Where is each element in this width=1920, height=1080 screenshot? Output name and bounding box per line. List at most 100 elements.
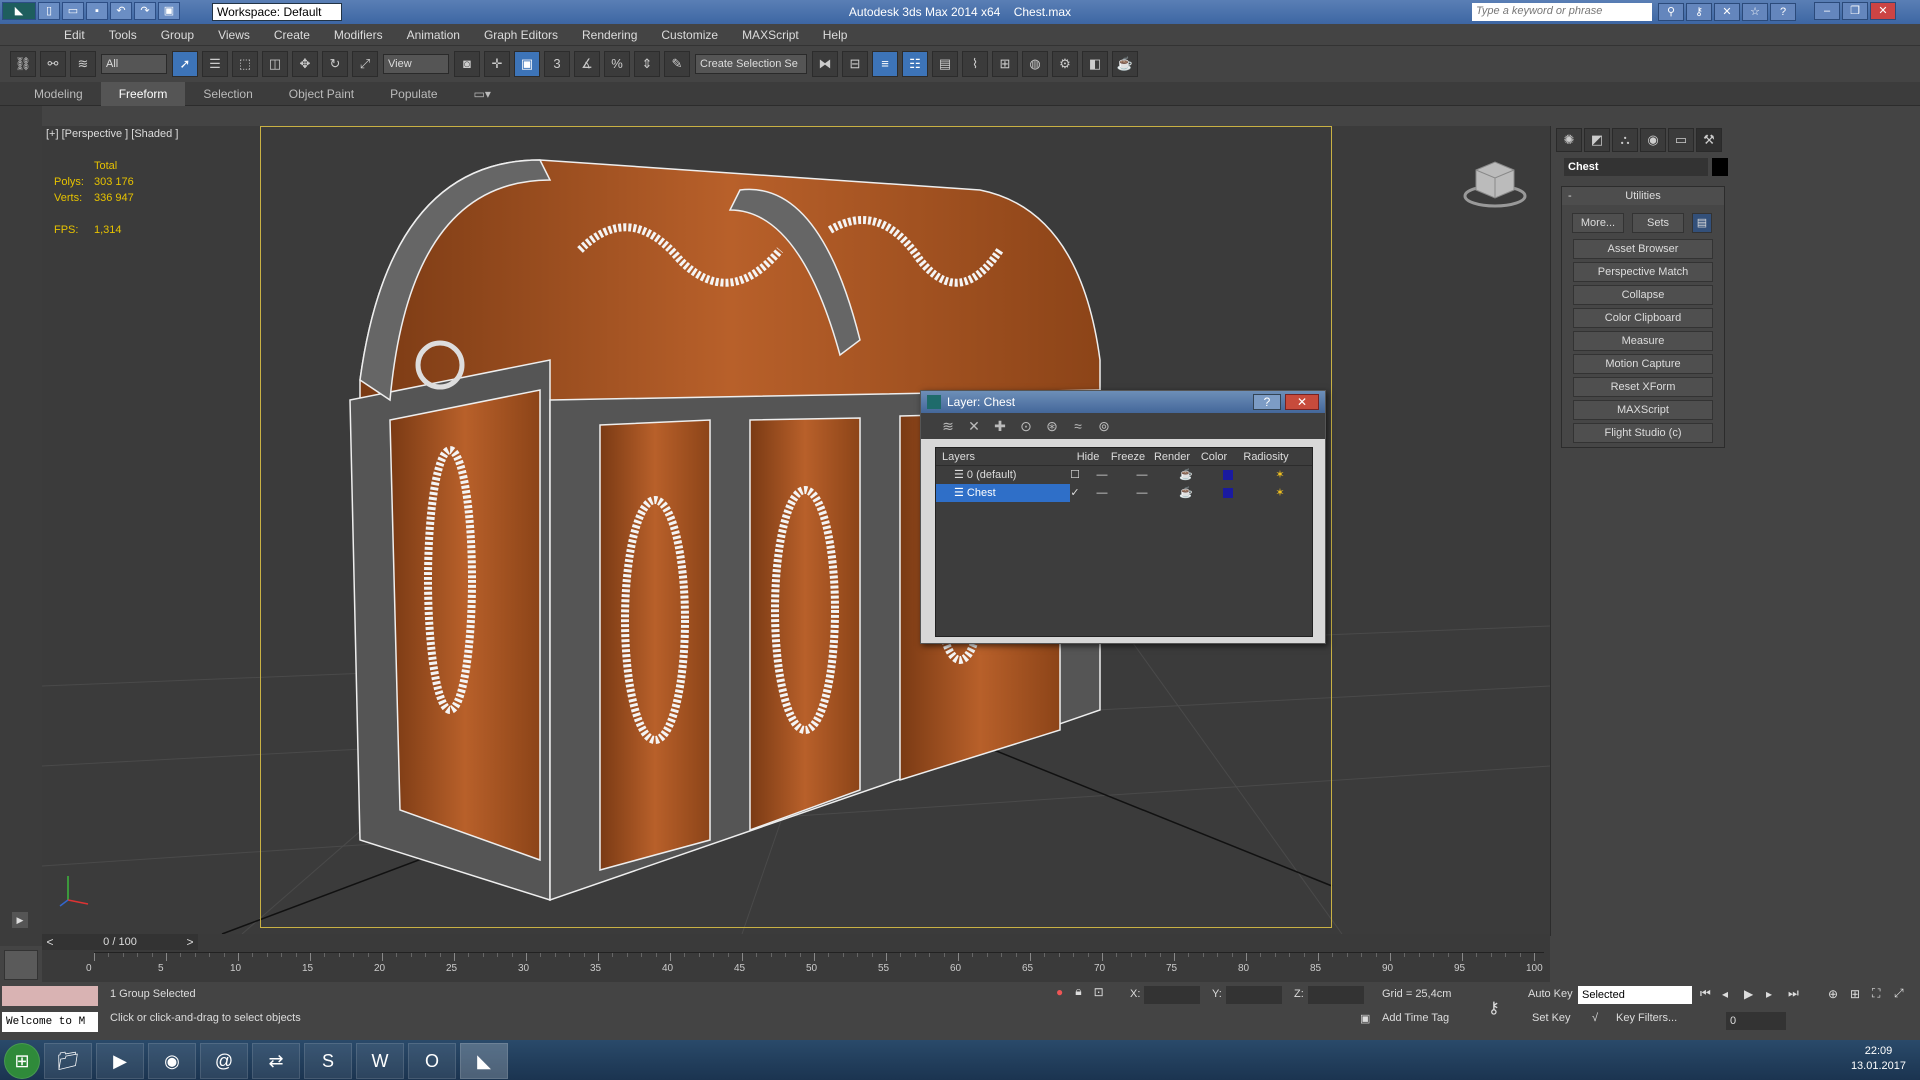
key-mode-dropdown[interactable]: Selected xyxy=(1578,986,1692,1004)
create-layer-icon[interactable]: ≋ xyxy=(935,418,961,435)
previous-key-icon[interactable]: ◂ xyxy=(1722,987,1744,1001)
tab-modeling[interactable]: Modeling xyxy=(16,82,101,106)
search-input[interactable]: Type a keyword or phrase xyxy=(1472,3,1652,21)
tab-selection[interactable]: Selection xyxy=(185,82,270,106)
menu-group[interactable]: Group xyxy=(149,24,206,46)
utilities-tab-icon[interactable]: ⚒ xyxy=(1696,128,1722,152)
hierarchy-tab-icon[interactable]: ⛬ xyxy=(1612,128,1638,152)
angle-snap-icon[interactable]: ∡ xyxy=(574,51,600,77)
unlink-icon[interactable]: ⚯ xyxy=(40,51,66,77)
hide-toggle[interactable]: — xyxy=(1084,466,1120,484)
select-by-name-icon[interactable]: ☰ xyxy=(202,51,228,77)
current-frame-field[interactable]: 0 xyxy=(1726,1012,1786,1030)
add-to-layer-icon[interactable]: ✚ xyxy=(987,418,1013,435)
active-layer-checkbox[interactable]: ☐ xyxy=(1066,466,1084,484)
rollout-header[interactable]: - Utilities xyxy=(1562,187,1724,205)
percent-snap-icon[interactable]: % xyxy=(604,51,630,77)
key-filters-button[interactable]: Key Filters... xyxy=(1616,1012,1677,1024)
menu-graph-editors[interactable]: Graph Editors xyxy=(472,24,570,46)
freeze-toggle[interactable]: — xyxy=(1120,466,1164,484)
col-hide[interactable]: Hide xyxy=(1070,448,1106,465)
chrome-icon[interactable]: ◉ xyxy=(148,1043,196,1079)
layer-row[interactable]: ☰ 0 (default) ☐ — — ☕ ✶ xyxy=(936,466,1312,484)
menu-modifiers[interactable]: Modifiers xyxy=(322,24,395,46)
workspace-dropdown[interactable]: Workspace: Default xyxy=(212,3,342,21)
menu-create[interactable]: Create xyxy=(262,24,322,46)
tab-freeform[interactable]: Freeform xyxy=(100,81,186,106)
help-icon[interactable]: ? xyxy=(1770,3,1796,21)
zoom-all-icon[interactable]: ⊞ xyxy=(1850,987,1872,1001)
menu-animation[interactable]: Animation xyxy=(395,24,472,46)
utility-measure[interactable]: Measure xyxy=(1573,331,1713,351)
mail-agent-icon[interactable]: @ xyxy=(200,1043,248,1079)
next-key-icon[interactable]: ▸ xyxy=(1766,987,1788,1001)
highlight-layer-icon[interactable]: ⊛ xyxy=(1039,418,1065,435)
absolute-mode-icon[interactable]: ⊡ xyxy=(1094,985,1104,999)
menu-views[interactable]: Views xyxy=(206,24,262,46)
set-key-button[interactable]: Set Key xyxy=(1532,1012,1571,1024)
freeze-toggle[interactable]: — xyxy=(1120,484,1164,502)
x-icon[interactable]: ✕ xyxy=(1714,3,1740,21)
timeline-ruler[interactable]: 0 5 10 15 20 25 30 35 40 45 50 55 60 65 70 75 80 85 90 95 10… xyxy=(86,952,1544,980)
display-tab-icon[interactable]: ▭ xyxy=(1668,128,1694,152)
key-icon[interactable]: ⚷ xyxy=(1686,3,1712,21)
opera-icon[interactable]: O xyxy=(408,1043,456,1079)
delete-layer-icon[interactable]: ✕ xyxy=(961,418,987,435)
freeze-all-layers-icon[interactable]: ⊚ xyxy=(1091,418,1117,435)
select-in-layer-icon[interactable]: ⊙ xyxy=(1013,418,1039,435)
object-color-swatch[interactable] xyxy=(1712,158,1728,176)
edit-named-selection-icon[interactable]: ✎ xyxy=(664,51,690,77)
menu-customize[interactable]: Customize xyxy=(649,24,730,46)
rotate-icon[interactable]: ↻ xyxy=(322,51,348,77)
restore-icon[interactable]: ❐ xyxy=(1842,2,1868,20)
file-explorer-icon[interactable]: 📁︎ xyxy=(44,1043,92,1079)
y-coordinate-field[interactable] xyxy=(1226,986,1282,1004)
time-tag-icon[interactable]: ▣ xyxy=(1360,1012,1370,1025)
selection-region-icon[interactable]: ⬚ xyxy=(232,51,258,77)
col-freeze[interactable]: Freeze xyxy=(1106,448,1150,465)
configure-sets-icon[interactable]: ▤ xyxy=(1692,213,1712,233)
layer-color-swatch[interactable] xyxy=(1223,470,1233,481)
menu-help[interactable]: Help xyxy=(811,24,860,46)
zoom-icon[interactable]: ⊕ xyxy=(1828,987,1850,1001)
hold-icon[interactable]: ▣ xyxy=(158,2,180,20)
prev-frame-icon[interactable]: < xyxy=(42,935,58,949)
snaps-toggle-icon[interactable]: 3 xyxy=(544,51,570,77)
viewport-label[interactable]: [+] [Perspective ] [Shaded ] xyxy=(46,128,178,140)
close-icon[interactable]: ✕ xyxy=(1870,2,1896,20)
layer-color-swatch[interactable] xyxy=(1223,488,1233,499)
mirror-icon[interactable]: ⧓ xyxy=(812,51,838,77)
isolate-icon[interactable]: ● xyxy=(1056,985,1063,999)
select-manipulate-icon[interactable]: ✛ xyxy=(484,51,510,77)
utility-color-clipboard[interactable]: Color Clipboard xyxy=(1573,308,1713,328)
col-color[interactable]: Color xyxy=(1194,448,1234,465)
schematic-view-icon[interactable]: ⊞ xyxy=(992,51,1018,77)
add-time-tag[interactable]: Add Time Tag xyxy=(1382,1012,1449,1024)
hide-toggle[interactable]: — xyxy=(1084,484,1120,502)
play-icon[interactable]: ▶ xyxy=(1744,987,1766,1001)
teamviewer-icon[interactable]: ⇄ xyxy=(252,1043,300,1079)
menu-rendering[interactable]: Rendering xyxy=(570,24,649,46)
mini-curve-editor-icon[interactable] xyxy=(4,950,38,980)
welcome-field[interactable]: Welcome to M xyxy=(2,1012,98,1032)
render-production-icon[interactable]: ☕ xyxy=(1112,51,1138,77)
radiosity-icon[interactable]: ✶ xyxy=(1248,484,1312,502)
star-icon[interactable]: ☆ xyxy=(1742,3,1768,21)
new-file-icon[interactable]: ▯ xyxy=(38,2,60,20)
utility-motion-capture[interactable]: Motion Capture xyxy=(1573,354,1713,374)
redo-icon[interactable]: ↷ xyxy=(134,2,156,20)
viewcube[interactable] xyxy=(1462,150,1528,212)
system-clock[interactable]: 22:09 13.01.2017 xyxy=(1851,1044,1906,1074)
create-tab-icon[interactable]: ✺ xyxy=(1556,128,1582,152)
spinner-snap-icon[interactable]: ⇕ xyxy=(634,51,660,77)
start-button-icon[interactable]: ⊞ xyxy=(4,1043,40,1079)
skype-icon[interactable]: S xyxy=(304,1043,352,1079)
open-file-icon[interactable]: ▭ xyxy=(62,2,84,20)
graphite-ribbon-icon[interactable]: ▤ xyxy=(932,51,958,77)
layer-window-titlebar[interactable]: Layer: Chest ? ✕ xyxy=(921,391,1325,413)
play-expand-icon[interactable]: ▶ xyxy=(12,912,28,928)
z-coordinate-field[interactable] xyxy=(1308,986,1364,1004)
zoom-extents-icon[interactable]: ⛶ xyxy=(1872,986,1894,1001)
go-to-end-icon[interactable]: ⏭ xyxy=(1788,986,1810,1001)
move-icon[interactable]: ✥ xyxy=(292,51,318,77)
